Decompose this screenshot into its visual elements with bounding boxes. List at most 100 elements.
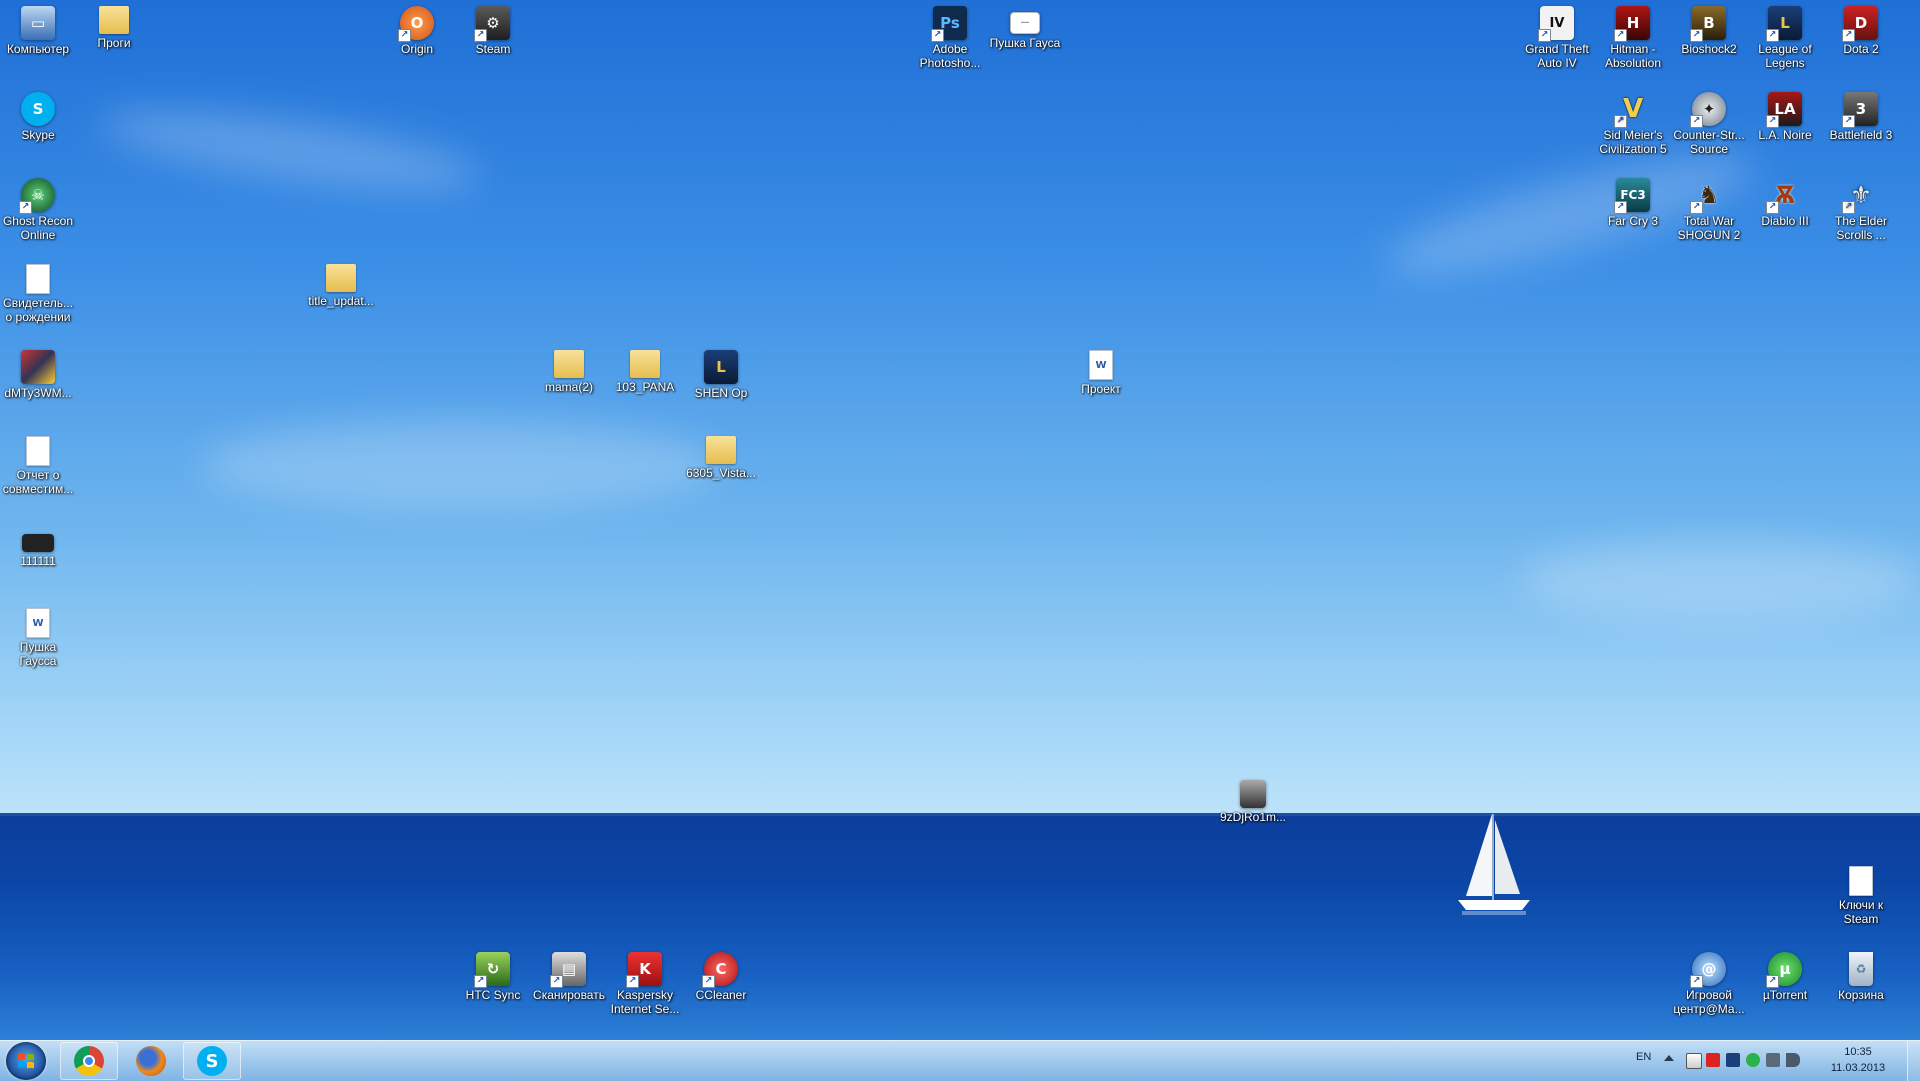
desktop-icon-label: Пушка Гаусса <box>19 640 57 668</box>
desktop-icon-image-dmty[interactable]: dMTy3WM... <box>0 344 76 400</box>
diablo-icon: Ѫ ↗ <box>1766 178 1802 214</box>
shortcut-arrow-icon: ↗ <box>1766 115 1779 128</box>
desktop-icon-dota2[interactable]: D ↗ Dota 2 <box>1823 0 1899 56</box>
desktop-icon-diablo3[interactable]: Ѫ ↗ Diablo III <box>1747 172 1823 228</box>
desktop-icon-la-noire[interactable]: LA ↗ L.A. Noire <box>1747 86 1823 142</box>
kaspersky-tray-icon[interactable] <box>1706 1053 1720 1067</box>
taskbar-skype[interactable]: S <box>183 1042 241 1080</box>
desktop-icon-birth-certificate[interactable]: Свидетель... о рождении <box>0 258 76 324</box>
desktop-icon-hitman[interactable]: H ↗ Hitman - Absolution <box>1595 0 1671 70</box>
counter-strike-icon: ✦ ↗ <box>1690 92 1726 128</box>
desktop-icon-mama-folder[interactable]: mama(2) <box>531 344 607 394</box>
shortcut-arrow-icon: ↗ <box>931 29 944 42</box>
desktop-icon-label: Корзина <box>1838 988 1884 1002</box>
desktop-icon-scan[interactable]: ▤ ↗ Сканировать <box>531 946 607 1002</box>
htc-sync-icon: ↻ ↗ <box>474 952 510 988</box>
desktop-icon-bioshock2[interactable]: B ↗ Bioshock2 <box>1671 0 1747 56</box>
shortcut-arrow-icon: ↗ <box>1690 201 1703 214</box>
league-tray-icon[interactable] <box>1726 1053 1740 1067</box>
desktop-icon-skype[interactable]: S Skype <box>0 86 76 142</box>
skype-icon: S <box>21 92 55 126</box>
desktop-icon-label: 103_PANA <box>615 380 675 394</box>
network-icon[interactable] <box>1766 1053 1780 1067</box>
desktop-icon-computer[interactable]: ▭ Компьютер <box>0 0 76 56</box>
desktop-icon-label: µTorrent <box>1762 988 1808 1002</box>
desktop-icon-label: Свидетель... о рождении <box>3 296 73 324</box>
recycle-bin-icon: ♻ <box>1849 952 1873 986</box>
desktop-icon-label: Hitman - Absolution <box>1604 42 1662 70</box>
taskbar-chrome[interactable] <box>60 1042 118 1080</box>
horizon-line <box>0 813 1920 816</box>
utorrent-icon: µ ↗ <box>1766 952 1802 988</box>
system-tray: EN 10:35 11.03.2013 <box>1620 1041 1920 1081</box>
desktop-icon-far-cry3[interactable]: FC3 ↗ Far Cry 3 <box>1595 172 1671 228</box>
desktop-icon-shogun2[interactable]: ♞ ↗ Total War SHOGUN 2 <box>1671 172 1747 242</box>
desktop-icon-label: mama(2) <box>544 380 593 394</box>
desktop-icon-htc-sync[interactable]: ↻ ↗ HTC Sync <box>455 946 531 1002</box>
volume-icon[interactable] <box>1786 1053 1800 1067</box>
desktop-icon-photoshop[interactable]: Ps ↗ Adobe Photosho... <box>912 0 988 70</box>
desktop-icon-label: The Elder Scrolls ... <box>1834 214 1888 242</box>
desktop-icon-progi-folder[interactable]: Проги <box>76 0 152 50</box>
desktop-icon-label: dMTy3WM... <box>4 386 72 400</box>
desktop-icon-103-pana-folder[interactable]: 103_PANA <box>607 344 683 394</box>
file-icon <box>26 436 50 466</box>
desktop-icon-label: Far Cry 3 <box>1607 214 1658 228</box>
desktop-icon-steam-keys[interactable]: Ключи к Steam <box>1823 860 1899 926</box>
shortcut-arrow-icon: ↗ <box>1842 201 1855 214</box>
desktop-icon-civilization5[interactable]: V ↗ Sid Meier's Civilization 5 <box>1595 86 1671 156</box>
desktop-icon-utorrent[interactable]: µ ↗ µTorrent <box>1747 946 1823 1002</box>
folder-icon <box>554 350 584 378</box>
shortcut-arrow-icon: ↗ <box>1614 115 1627 128</box>
desktop-icon-label: Battlefield 3 <box>1829 128 1893 142</box>
desktop-icon-elder-scrolls[interactable]: ⚜ ↗ The Elder Scrolls ... <box>1823 172 1899 242</box>
desktop-icon-shen-op[interactable]: L SHEN Op <box>683 344 759 400</box>
desktop-icon-ghost-recon[interactable]: ☠ ↗ Ghost Recon Online <box>0 172 76 242</box>
desktop-icon-gauss-gun[interactable]: — Пушка Гауса <box>987 0 1063 50</box>
utorrent-tray-icon[interactable] <box>1746 1053 1760 1067</box>
shogun-icon: ♞ ↗ <box>1690 178 1726 214</box>
image-icon <box>1240 780 1266 808</box>
desktop-icon-project-doc[interactable]: W Проект <box>1063 344 1139 396</box>
desktop-icon-label: Sid Meier's Civilization 5 <box>1599 128 1667 156</box>
desktop-icon-image-111111[interactable]: 111111 <box>0 520 76 568</box>
desktop-icon-label: Origin <box>400 42 433 56</box>
shortcut-arrow-icon: ↗ <box>1766 975 1779 988</box>
desktop-icon-label: Steam <box>475 42 511 56</box>
desktop[interactable]: ▭ Компьютер S Skype ☠ ↗ Ghost Recon Onlin… <box>0 0 1920 1040</box>
desktop-icon-gta4[interactable]: IV ↗ Grand Theft Auto IV <box>1519 0 1595 70</box>
civilization-icon: V ↗ <box>1614 92 1650 128</box>
desktop-icon-league[interactable]: L ↗ League of Legens <box>1747 0 1823 70</box>
desktop-icon-vista-folder[interactable]: 6305_Vista... <box>683 430 759 480</box>
desktop-icon-recycle-bin[interactable]: ♻ Корзина <box>1823 946 1899 1002</box>
desktop-icon-label: League of Legens <box>1758 42 1812 70</box>
desktop-icon-label: Grand Theft Auto IV <box>1525 42 1589 70</box>
desktop-icon-battlefield3[interactable]: 3 ↗ Battlefield 3 <box>1823 86 1899 142</box>
clock-time[interactable]: 10:35 <box>1826 1046 1890 1058</box>
taskbar-firefox[interactable] <box>122 1041 180 1081</box>
desktop-icon-counter-strike[interactable]: ✦ ↗ Counter-Str... Source <box>1671 86 1747 156</box>
desktop-icon-title-update-folder[interactable]: title_updat... <box>303 258 379 308</box>
start-button[interactable] <box>6 1042 46 1080</box>
show-desktop-button[interactable] <box>1907 1041 1920 1081</box>
desktop-icon-origin[interactable]: O ↗ Origin <box>379 0 455 56</box>
desktop-icon-game-center[interactable]: @ ↗ Игровой центр@Ма... <box>1671 946 1747 1016</box>
clock-date[interactable]: 11.03.2013 <box>1826 1062 1890 1074</box>
desktop-icon-compat-report[interactable]: Отчет о совместим... <box>0 430 76 496</box>
desktop-icon-image-9zdj[interactable]: 9zDjRo1m... <box>1215 774 1291 824</box>
word-document-icon: W <box>26 608 50 638</box>
show-hidden-icons-icon[interactable] <box>1664 1055 1674 1061</box>
folder-icon <box>99 6 129 34</box>
league-icon: L ↗ <box>1766 6 1802 42</box>
sea-wallpaper <box>0 815 1920 1040</box>
desktop-icon-steam[interactable]: ⚙ ↗ Steam <box>455 0 531 56</box>
windows-logo-icon <box>18 1053 34 1069</box>
shortcut-arrow-icon: ↗ <box>1842 29 1855 42</box>
desktop-icon-kaspersky[interactable]: K ↗ Kaspersky Internet Se... <box>607 946 683 1016</box>
shortcut-arrow-icon: ↗ <box>1842 115 1855 128</box>
desktop-icon-gauss-gun-doc[interactable]: W Пушка Гаусса <box>0 602 76 668</box>
language-indicator[interactable]: EN <box>1636 1051 1651 1063</box>
action-center-flag-icon[interactable] <box>1686 1053 1702 1069</box>
skype-icon: S <box>197 1046 227 1076</box>
desktop-icon-ccleaner[interactable]: C ↗ CCleaner <box>683 946 759 1002</box>
